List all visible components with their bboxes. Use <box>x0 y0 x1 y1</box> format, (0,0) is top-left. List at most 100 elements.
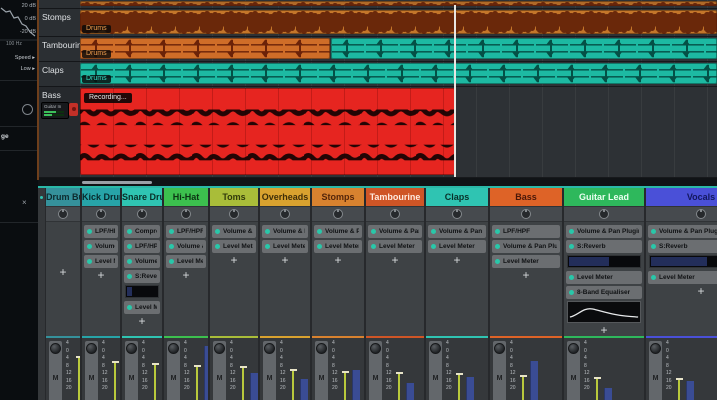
mute-button[interactable]: M <box>649 375 662 382</box>
plugin-chip[interactable]: Volume & Pan Plugin <box>84 240 118 253</box>
mixer-channel-snare-drum[interactable]: Snare DrumCompressorLPF/HPFVolume & Pan … <box>122 188 162 400</box>
plugin-chip[interactable]: S:Reverb <box>648 240 717 253</box>
add-plugin-button[interactable]: + <box>48 267 78 279</box>
mute-button[interactable]: M <box>125 375 138 382</box>
pan-knob[interactable] <box>370 343 381 354</box>
volume-fader[interactable] <box>678 379 680 400</box>
plugin-chip[interactable]: LPF/HPF <box>84 225 118 238</box>
channel-name[interactable]: Snare Drum <box>122 188 162 206</box>
pan-knob-icon[interactable] <box>96 209 106 219</box>
channel-knob-row[interactable] <box>366 206 424 222</box>
plugin-chip[interactable]: LPF/HPF <box>124 240 160 253</box>
channel-knob-row[interactable] <box>564 206 644 222</box>
channel-name[interactable]: Tambourine <box>366 188 424 206</box>
track-header-partial[interactable] <box>38 0 80 9</box>
plugin-chip[interactable]: Level Meter <box>124 301 160 314</box>
channel-name[interactable]: Toms <box>210 188 258 206</box>
add-plugin-button[interactable]: + <box>566 325 642 336</box>
mute-button[interactable]: M <box>429 375 442 382</box>
volume-fader[interactable] <box>78 357 80 400</box>
fader-handle[interactable] <box>290 369 297 371</box>
plugin-enabled-dot[interactable] <box>169 244 174 249</box>
plugin-enabled-dot[interactable] <box>569 275 574 280</box>
audio-clip[interactable] <box>80 1 717 6</box>
plugin-chip[interactable]: Volume & Pan Plugin <box>566 225 642 238</box>
pan-knob-icon[interactable] <box>280 209 290 219</box>
volume-fader[interactable] <box>292 370 294 400</box>
pan-knob[interactable] <box>264 343 275 354</box>
plugin-enabled-dot[interactable] <box>317 229 322 234</box>
add-plugin-button[interactable]: + <box>166 270 206 282</box>
mixer-channel-toms[interactable]: TomsVolume & Pan PluginLevel Meter+M4048… <box>210 188 258 400</box>
add-plugin-button[interactable]: + <box>428 255 486 267</box>
volume-fader[interactable] <box>154 364 156 400</box>
plugin-chip[interactable]: Volume & Pan Plugin <box>428 225 486 238</box>
fader-handle[interactable] <box>594 377 601 379</box>
mute-button[interactable]: M <box>567 375 580 382</box>
pan-knob-icon[interactable] <box>452 209 462 219</box>
fader-handle[interactable] <box>76 356 81 358</box>
volume-fader[interactable] <box>398 373 400 400</box>
channel-name[interactable]: Hi-Hat <box>164 188 208 206</box>
recording-clip[interactable]: Recording... <box>80 88 455 175</box>
pan-knob-icon[interactable] <box>521 209 531 219</box>
pan-knob-icon[interactable] <box>58 209 68 219</box>
fader-handle[interactable] <box>240 366 247 368</box>
pan-knob-icon[interactable] <box>599 209 609 219</box>
plugin-chip[interactable]: Level Meter <box>84 255 118 268</box>
volume-fader[interactable] <box>596 378 598 400</box>
track-lane-claps[interactable]: Drums <box>80 62 717 87</box>
channel-knob-row[interactable] <box>490 206 562 222</box>
add-plugin-button[interactable]: + <box>84 270 118 282</box>
channel-knob-row[interactable] <box>426 206 488 222</box>
channel-knob-row[interactable] <box>46 206 80 222</box>
mute-button[interactable]: M <box>315 375 328 382</box>
plugin-enabled-dot[interactable] <box>169 229 174 234</box>
pan-knob[interactable] <box>50 343 61 354</box>
plugin-enabled-dot[interactable] <box>215 229 220 234</box>
audio-clip[interactable] <box>331 38 717 59</box>
track-header-stomps[interactable]: Stomps <box>38 9 80 37</box>
plugin-chip[interactable]: 8-Band Equaliser <box>566 286 642 299</box>
audio-clip-drums[interactable]: Drums <box>80 63 717 84</box>
channel-knob-row[interactable] <box>210 206 258 222</box>
pan-knob[interactable] <box>214 343 225 354</box>
add-plugin-button[interactable]: + <box>368 255 422 267</box>
scrollbar-handle[interactable] <box>82 181 152 184</box>
channel-name[interactable]: Kick Drum <box>82 188 120 206</box>
plugin-enabled-dot[interactable] <box>87 229 92 234</box>
plugin-enabled-dot[interactable] <box>265 229 270 234</box>
channel-name[interactable]: Bass <box>490 188 562 206</box>
channel-knob-row[interactable] <box>312 206 364 222</box>
plugin-chip[interactable]: LPF/HPF <box>492 225 560 238</box>
channel-name[interactable]: Guitar Lead <box>564 188 644 206</box>
plugin-enabled-dot[interactable] <box>87 244 92 249</box>
track-lane-partial[interactable] <box>80 0 717 9</box>
plugin-enabled-dot[interactable] <box>651 244 656 249</box>
plugin-enabled-dot[interactable] <box>569 244 574 249</box>
track-header-claps[interactable]: Claps <box>38 62 80 87</box>
track-header-bass[interactable]: Bass Guitar In <box>38 87 80 178</box>
plugin-chip[interactable]: Level Meter <box>212 240 256 253</box>
mixer-channel-claps[interactable]: ClapsVolume & Pan PluginLevel Meter+M404… <box>426 188 488 400</box>
add-plugin-button[interactable]: + <box>314 255 362 267</box>
add-plugin-button[interactable]: + <box>262 255 308 267</box>
mute-button[interactable]: M <box>263 375 276 382</box>
close-icon[interactable]: × <box>22 198 27 207</box>
plugin-enabled-dot[interactable] <box>495 229 500 234</box>
mute-button[interactable]: M <box>49 375 62 382</box>
fader-handle[interactable] <box>520 375 527 377</box>
plugin-enabled-dot[interactable] <box>215 244 220 249</box>
pan-knob[interactable] <box>126 343 137 354</box>
fader-handle[interactable] <box>194 365 201 367</box>
mute-button[interactable]: M <box>85 375 98 382</box>
plugin-enabled-dot[interactable] <box>127 274 132 279</box>
horizontal-scrollbar[interactable] <box>38 178 717 186</box>
channel-name[interactable]: Drum Bus <box>46 188 80 206</box>
channel-knob-row[interactable] <box>122 206 162 222</box>
plugin-enabled-dot[interactable] <box>127 305 132 310</box>
pan-knob-icon[interactable] <box>229 209 239 219</box>
fader-handle[interactable] <box>396 372 403 374</box>
plugin-chip[interactable]: Level Meter <box>492 255 560 268</box>
add-plugin-button[interactable]: + <box>492 270 560 282</box>
